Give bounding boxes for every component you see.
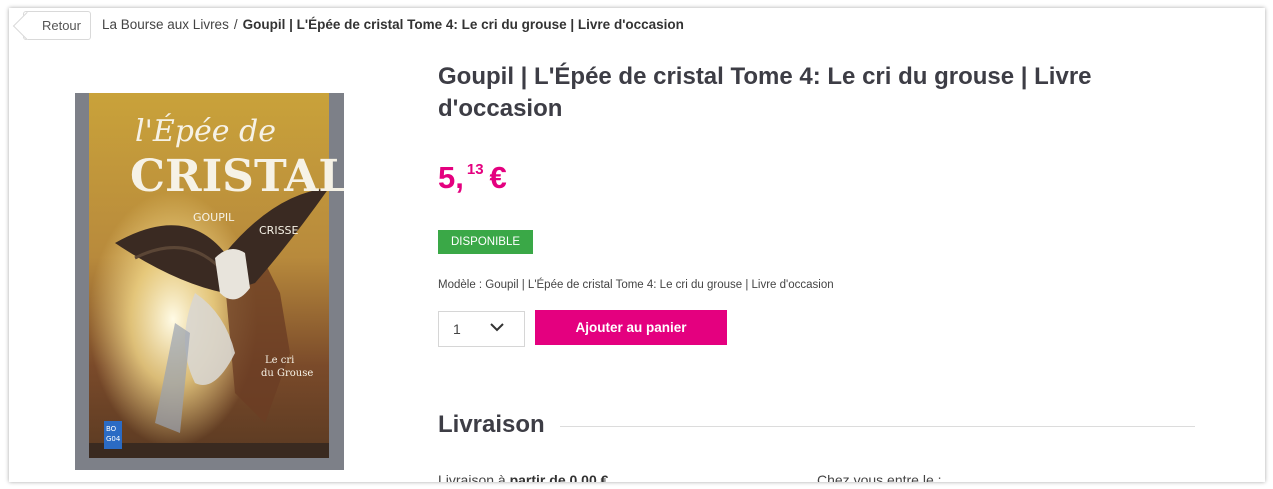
cover-author1: GOUPIL: [193, 211, 235, 224]
sticker-line1: BO: [106, 425, 117, 433]
cover-subtitle-line2: du Grouse: [261, 368, 313, 379]
price-currency: €: [489, 160, 507, 195]
cover-title-line2: CRISTAL: [130, 151, 344, 202]
product-cover-image[interactable]: l'Épée de CRISTAL GOUPIL CRISSE Le cri d…: [75, 93, 344, 470]
product-model: Modèle : Goupil | L'Épée de cristal Tome…: [438, 279, 834, 291]
chevron-down-icon: [490, 323, 504, 332]
price-cents: 13: [466, 161, 484, 178]
page-frame: Retour La Bourse aux Livres / Goupil | L'É…: [9, 8, 1265, 482]
price-integer: 5,: [438, 160, 464, 195]
cover-author2: CRISSE: [259, 224, 299, 237]
add-to-cart-button[interactable]: Ajouter au panier: [535, 310, 727, 345]
delivery-from-text: Livraison à partir de 0,00 €: [438, 472, 608, 482]
breadcrumb-current: Goupil | L'Épée de cristal Tome 4: Le cr…: [242, 17, 684, 32]
section-divider: [560, 426, 1195, 427]
breadcrumb: La Bourse aux Livres / Goupil | L'Épée de …: [102, 17, 684, 32]
delivery-heading: Livraison: [438, 411, 545, 438]
delivery-from-amount: partir de 0,00 €: [509, 472, 609, 482]
delivery-from-prefix: Livraison à: [438, 472, 510, 482]
book-cover-illustration: l'Épée de CRISTAL GOUPIL CRISSE Le cri d…: [75, 93, 344, 470]
delivery-home-label: Chez vous entre le :: [817, 472, 942, 482]
product-price: 5, 13 €: [438, 160, 507, 196]
cover-title-line1: l'Épée de: [135, 113, 276, 149]
quantity-select[interactable]: 1: [438, 311, 525, 347]
product-title: Goupil | L'Épée de cristal Tome 4: Le cr…: [438, 63, 1092, 122]
back-button[interactable]: Retour: [23, 11, 91, 40]
quantity-value: 1: [453, 321, 461, 337]
back-button-label: Retour: [41, 18, 81, 33]
breadcrumb-separator: /: [233, 17, 238, 32]
cover-subtitle-line1: Le cri: [265, 355, 294, 366]
availability-badge: DISPONIBLE: [438, 230, 534, 254]
breadcrumb-store-link[interactable]: La Bourse aux Livres: [102, 17, 229, 32]
sticker-line2: G04: [106, 435, 121, 443]
